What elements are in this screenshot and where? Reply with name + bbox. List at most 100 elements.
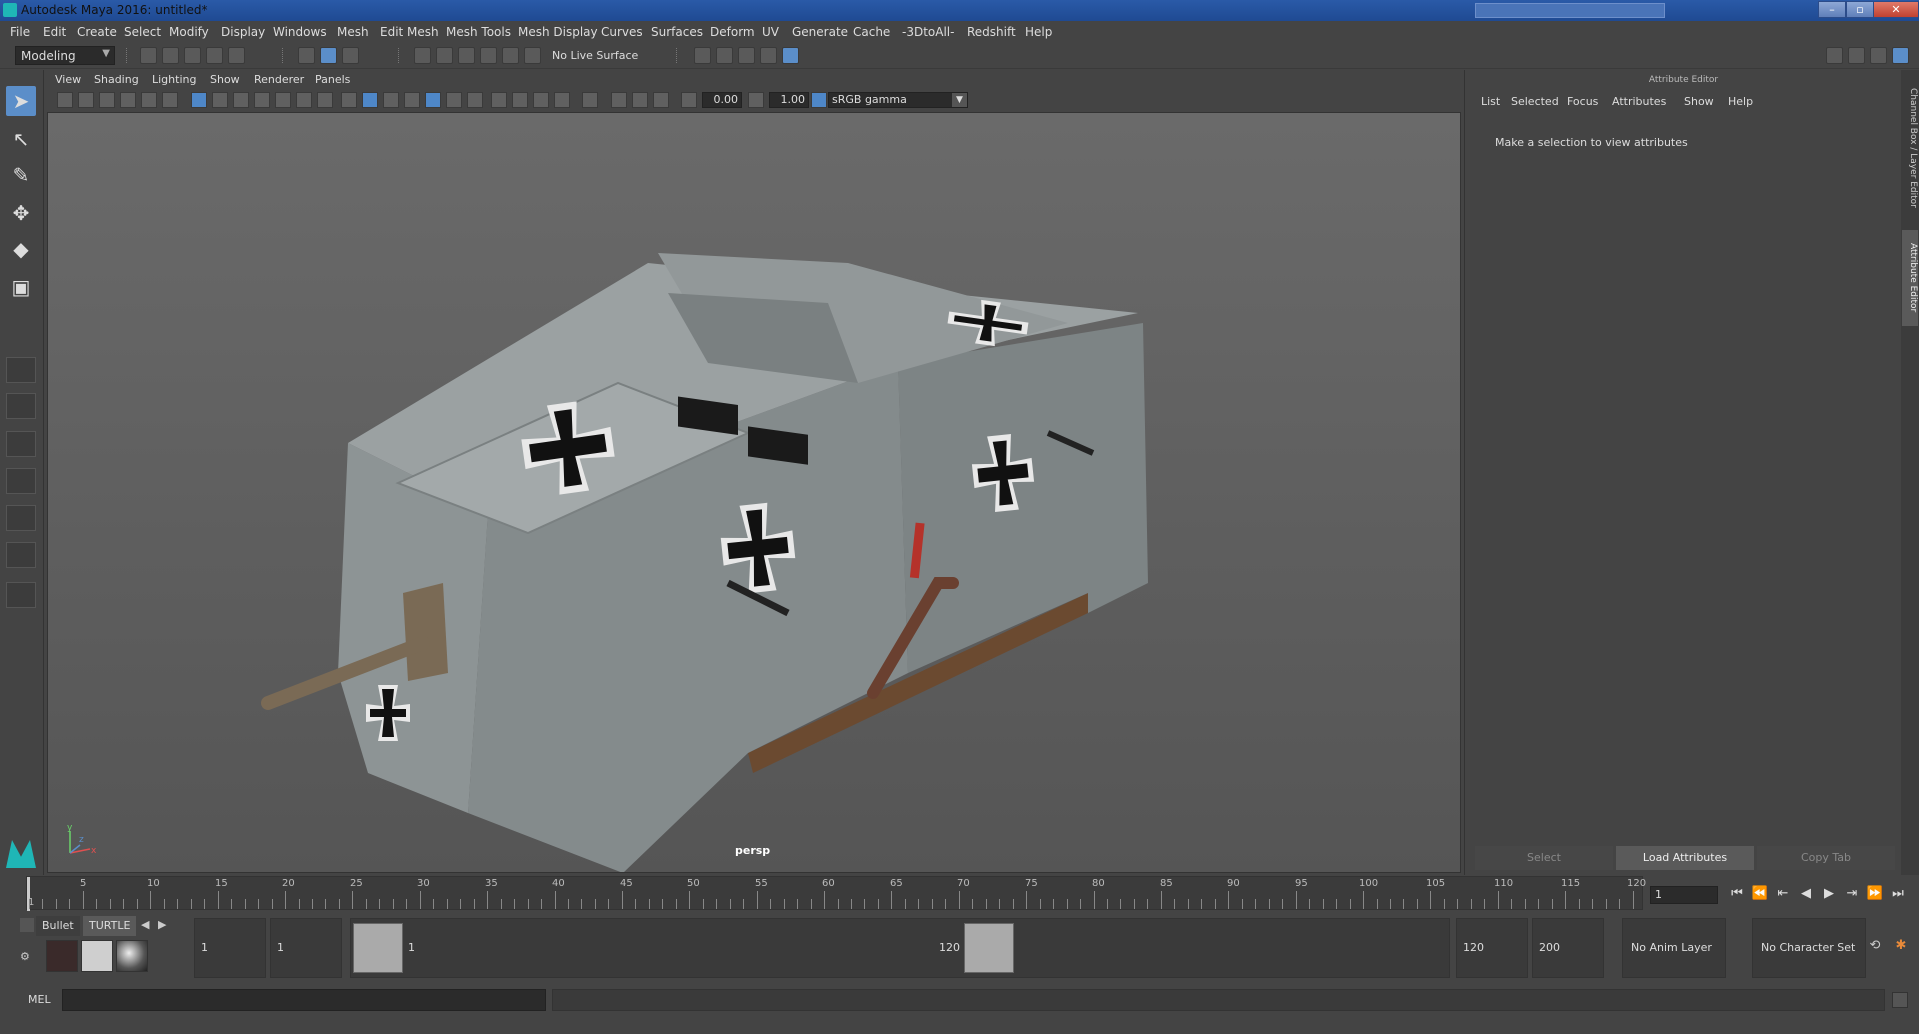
attr-menu-attributes[interactable]: Attributes	[1612, 95, 1666, 108]
time-ruler[interactable]: 1 5 10 15 20 25 30 35 40 45 50 55 60 65 …	[26, 876, 1646, 911]
xray-joints-icon[interactable]	[611, 92, 627, 108]
menu-modify[interactable]: Modify	[169, 25, 209, 39]
shelf-tab-bullet[interactable]: Bullet	[36, 916, 80, 936]
turtle-bake-icon[interactable]	[81, 940, 113, 972]
viewport-menu-renderer[interactable]: Renderer	[254, 73, 304, 86]
attribute-editor-tab[interactable]: Attribute Editor	[1902, 230, 1918, 326]
shelf-menu-icon[interactable]	[20, 918, 34, 932]
save-scene-icon[interactable]	[184, 47, 201, 64]
menu-surfaces[interactable]: Surfaces	[651, 25, 703, 39]
menu-file[interactable]: File	[10, 25, 30, 39]
arrow-icon[interactable]: ➤	[6, 86, 36, 116]
select-hierarchy-icon[interactable]	[298, 47, 315, 64]
menu-mesh[interactable]: Mesh	[337, 25, 369, 39]
menu-deform[interactable]: Deform	[710, 25, 755, 39]
isolate-select-icon[interactable]	[582, 92, 598, 108]
uv-editor-layout-icon[interactable]	[6, 542, 36, 568]
shelf-scroll-left-icon[interactable]: ◀	[141, 918, 149, 931]
attribute-editor-toggle-icon[interactable]	[1848, 47, 1865, 64]
motion-blur-icon[interactable]	[512, 92, 528, 108]
safe-title-icon[interactable]	[317, 92, 333, 108]
persp-outliner-layout-icon[interactable]	[6, 431, 36, 457]
copy-tab-button[interactable]: Copy Tab	[1757, 846, 1895, 870]
rotate-icon[interactable]: ◆	[6, 234, 36, 264]
exposure-input[interactable]: 0.00	[702, 92, 742, 108]
undo-icon[interactable]	[206, 47, 223, 64]
viewport-menu-shading[interactable]: Shading	[94, 73, 139, 86]
menuset-dropdown[interactable]: Modeling ▼	[15, 46, 115, 65]
attr-menu-focus[interactable]: Focus	[1567, 95, 1598, 108]
menu-edit[interactable]: Edit	[43, 25, 66, 39]
camera-attributes-icon[interactable]	[78, 92, 94, 108]
shelf-scroll-right-icon[interactable]: ▶	[158, 918, 166, 931]
anti-aliasing-icon[interactable]	[533, 92, 549, 108]
menu-windows[interactable]: Windows	[273, 25, 327, 39]
exposure-icon[interactable]	[681, 92, 697, 108]
turtle-sphere-icon[interactable]	[116, 940, 148, 972]
viewport-menu-view[interactable]: View	[55, 73, 81, 86]
menu-display[interactable]: Display	[221, 25, 265, 39]
turtle-render-icon[interactable]	[46, 940, 78, 972]
render-settings-icon[interactable]	[760, 47, 777, 64]
step-forward-key-icon[interactable]: ⇥	[1843, 885, 1861, 903]
brush-icon[interactable]: ✎	[6, 160, 36, 190]
load-attributes-button[interactable]: Load Attributes	[1616, 846, 1754, 870]
film-gate-icon[interactable]	[212, 92, 228, 108]
gamma-input[interactable]: 1.00	[769, 92, 809, 108]
persp-graph-layout-icon[interactable]	[6, 468, 36, 494]
viewport-menu-show[interactable]: Show	[210, 73, 240, 86]
help-search-input[interactable]	[1475, 3, 1665, 18]
maximize-button[interactable]: ▫	[1846, 1, 1874, 18]
select-button[interactable]: Select	[1475, 846, 1613, 870]
character-set-dropdown[interactable]: No Character Set	[1752, 918, 1866, 978]
depth-of-field-icon[interactable]	[554, 92, 570, 108]
anim-layer-dropdown[interactable]: No Anim Layer	[1622, 918, 1726, 978]
script-editor-icon[interactable]	[1892, 992, 1908, 1008]
auto-key-icon[interactable]: ⟲	[1866, 938, 1884, 956]
redo-icon[interactable]	[228, 47, 245, 64]
playback-end-input[interactable]: 120	[1456, 918, 1528, 978]
menu-help[interactable]: Help	[1025, 25, 1052, 39]
wireframe-icon[interactable]	[341, 92, 357, 108]
select-object-icon[interactable]	[320, 47, 337, 64]
single-perspective-layout-icon[interactable]	[6, 357, 36, 383]
gate-mask-icon[interactable]	[254, 92, 270, 108]
snap-surface-icon[interactable]	[502, 47, 519, 64]
tool-settings-icon[interactable]	[1870, 47, 1887, 64]
snap-point-icon[interactable]	[458, 47, 475, 64]
shelf-tab-turtle[interactable]: TURTLE	[83, 916, 137, 936]
menu-curves[interactable]: Curves	[601, 25, 643, 39]
render-view-icon[interactable]	[716, 47, 733, 64]
more-layouts-icon[interactable]	[6, 582, 36, 608]
four-view-layout-icon[interactable]	[6, 393, 36, 419]
live-surface-label[interactable]: No Live Surface	[552, 49, 638, 62]
step-back-frame-icon[interactable]: ⏪	[1751, 885, 1769, 903]
step-back-key-icon[interactable]: ⇤	[1774, 885, 1792, 903]
channel-box-toggle-icon[interactable]	[1892, 47, 1909, 64]
smooth-shade-icon[interactable]	[362, 92, 378, 108]
menu-select[interactable]: Select	[124, 25, 161, 39]
new-scene-icon[interactable]	[140, 47, 157, 64]
hypershade-icon[interactable]	[782, 47, 799, 64]
camera-icon[interactable]	[57, 92, 73, 108]
range-end-handle[interactable]	[964, 923, 1014, 973]
lasso-icon[interactable]: ↖	[6, 124, 36, 154]
perspective-viewport[interactable]: y x z persp	[47, 112, 1461, 873]
menu-generate[interactable]: Generate	[792, 25, 848, 39]
xray-active-icon[interactable]	[632, 92, 648, 108]
bookmark-icon[interactable]	[99, 92, 115, 108]
wireframe-on-shaded-icon[interactable]	[383, 92, 399, 108]
color-management-icon[interactable]	[811, 92, 827, 108]
move-icon[interactable]: ✥	[6, 198, 36, 228]
go-to-start-icon[interactable]: ⏮	[1728, 885, 1746, 903]
snap-curve-icon[interactable]	[436, 47, 453, 64]
backface-culling-icon[interactable]	[653, 92, 669, 108]
animation-prefs-icon[interactable]: ✱	[1892, 938, 1910, 956]
render-current-icon[interactable]	[694, 47, 711, 64]
menu-create[interactable]: Create	[77, 25, 117, 39]
play-backwards-icon[interactable]: ◀	[1797, 885, 1815, 903]
scale-icon[interactable]: ▣	[6, 272, 36, 302]
textured-icon[interactable]	[425, 92, 441, 108]
2d-pan-zoom-icon[interactable]	[141, 92, 157, 108]
command-language-label[interactable]: MEL	[28, 993, 51, 1006]
